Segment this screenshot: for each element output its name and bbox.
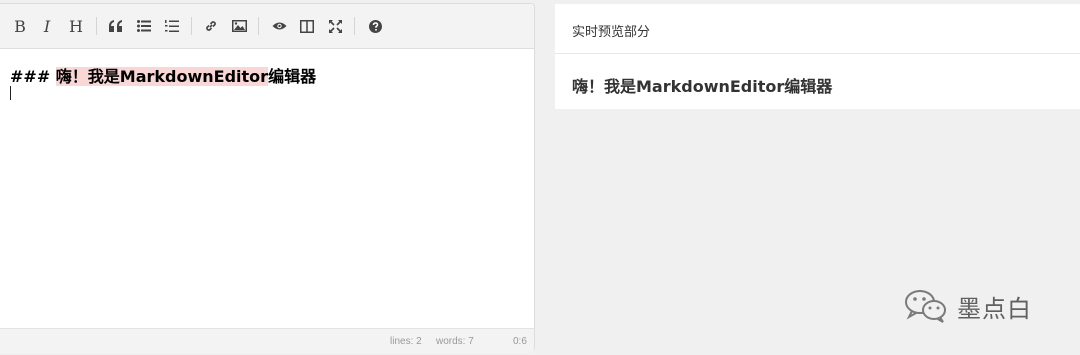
toolbar-divider bbox=[258, 17, 259, 35]
preview-button[interactable] bbox=[268, 16, 290, 36]
unordered-list-button[interactable] bbox=[133, 16, 155, 36]
ordered-list-icon bbox=[165, 19, 179, 32]
lines-count: lines: 2 bbox=[390, 336, 422, 347]
help-icon bbox=[368, 19, 382, 33]
image-icon bbox=[231, 20, 247, 32]
bold-icon: B bbox=[14, 16, 26, 36]
text-cursor bbox=[10, 86, 11, 100]
heading-text-rest: 编辑器 bbox=[268, 67, 317, 86]
watermark: 墨点白 bbox=[903, 286, 1063, 326]
watermark-text: 墨点白 bbox=[957, 294, 1032, 323]
fullscreen-button[interactable] bbox=[324, 16, 346, 36]
preview-title: 实时预览部分 bbox=[572, 25, 651, 40]
unordered-list-icon bbox=[137, 20, 151, 32]
help-button[interactable] bbox=[364, 16, 386, 36]
wechat-icon bbox=[905, 290, 946, 323]
toolbar-divider bbox=[354, 17, 355, 35]
toolbar-divider bbox=[191, 17, 192, 35]
italic-button[interactable]: I bbox=[36, 16, 58, 36]
preview-heading: 嗨！我是MarkdownEditor编辑器 bbox=[572, 77, 833, 96]
markdown-editor: B I H ### 嗨！我是MarkdownEditor编辑器 lines: 2… bbox=[0, 3, 535, 353]
side-by-side-button[interactable] bbox=[296, 16, 318, 36]
image-button[interactable] bbox=[228, 16, 250, 36]
heading-button[interactable]: H bbox=[65, 16, 87, 36]
words-count: words: 7 bbox=[436, 336, 474, 347]
italic-icon: I bbox=[43, 16, 51, 36]
preview-eye-icon bbox=[272, 22, 286, 30]
cursor-position: 0:6 bbox=[513, 336, 527, 347]
fullscreen-icon bbox=[328, 19, 342, 33]
quote-icon bbox=[109, 20, 122, 32]
quote-button[interactable] bbox=[105, 16, 127, 36]
link-icon bbox=[206, 21, 216, 31]
bold-button[interactable]: B bbox=[9, 16, 31, 36]
ordered-list-button[interactable] bbox=[161, 16, 183, 36]
link-button[interactable] bbox=[200, 16, 222, 36]
live-preview-panel: 实时预览部分 嗨！我是MarkdownEditor编辑器 bbox=[555, 4, 1080, 109]
heading-markup: ### bbox=[10, 67, 56, 86]
editor-statusbar: lines: 2 words: 7 0:6 bbox=[0, 328, 534, 353]
heading-text-highlight: 嗨！我是MarkdownEditor bbox=[55, 67, 269, 86]
toolbar-divider bbox=[96, 17, 97, 35]
markdown-textarea[interactable]: ### 嗨！我是MarkdownEditor编辑器 bbox=[0, 49, 534, 327]
heading-icon: H bbox=[69, 16, 83, 36]
preview-header: 实时预览部分 bbox=[555, 4, 1080, 54]
editor-toolbar: B I H bbox=[0, 4, 534, 49]
side-by-side-icon bbox=[300, 19, 314, 33]
code-line: ### 嗨！我是MarkdownEditor编辑器 bbox=[10, 63, 316, 87]
